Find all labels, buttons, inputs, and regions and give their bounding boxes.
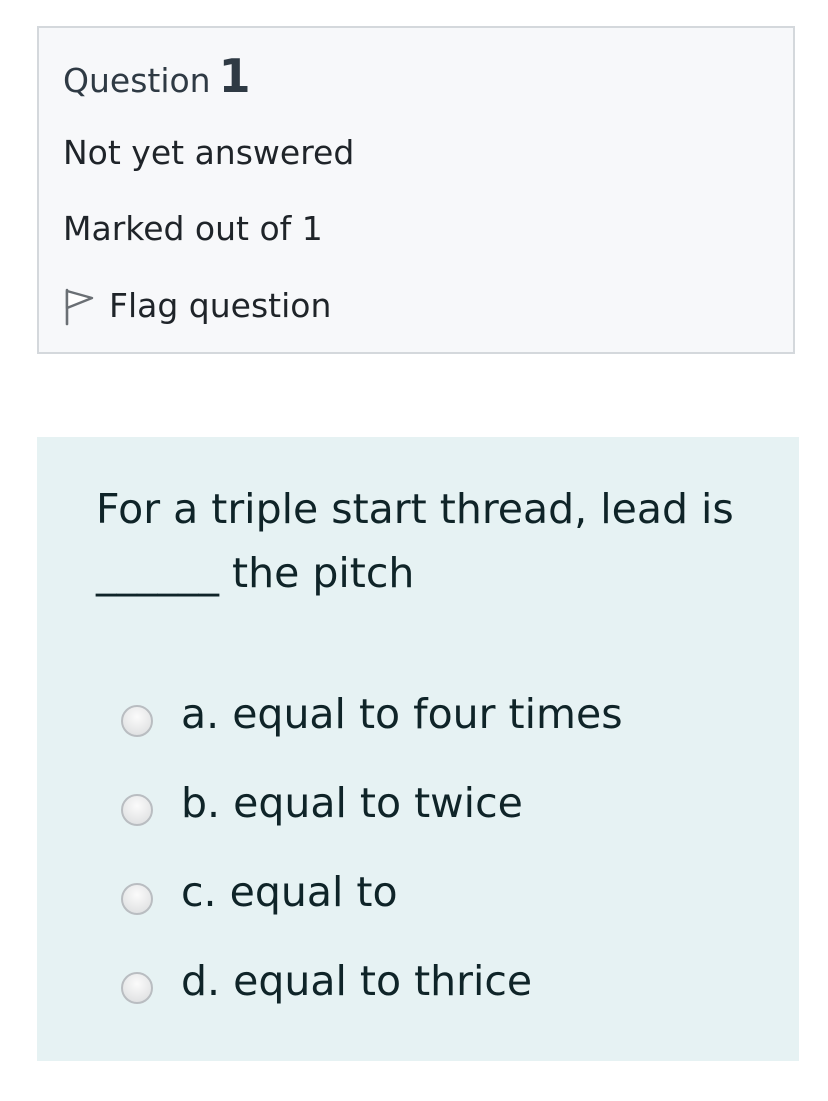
answer-option-b[interactable]: b. equal to twice	[121, 758, 623, 847]
question-info-panel: Question 1 Not yet answered Marked out of…	[37, 26, 795, 354]
question-state: Not yet answered	[63, 133, 355, 172]
answer-label: d. equal to thrice	[181, 956, 533, 1005]
question-grade: Marked out of 1	[63, 209, 323, 248]
radio-button[interactable]	[121, 793, 153, 826]
answer-option-c[interactable]: c. equal to	[121, 847, 623, 936]
flag-question-label: Flag question	[109, 286, 332, 325]
radio-button[interactable]	[121, 704, 153, 737]
radio-button[interactable]	[121, 882, 153, 915]
answer-label: b. equal to twice	[181, 778, 523, 827]
question-heading: Question 1	[63, 53, 251, 103]
question-label: Question	[63, 61, 211, 100]
radio-button[interactable]	[121, 971, 153, 1004]
answer-label: a. equal to four times	[181, 689, 623, 738]
answer-option-d[interactable]: d. equal to thrice	[121, 936, 623, 1025]
question-content: For a triple start thread, lead is _____…	[37, 437, 799, 1061]
answer-options: a. equal to four times b. equal to twice…	[121, 669, 623, 1025]
question-number: 1	[218, 49, 251, 103]
flag-icon	[65, 288, 94, 326]
question-text: For a triple start thread, lead is _____…	[96, 485, 734, 597]
answer-label: c. equal to	[181, 867, 398, 916]
flag-question-toggle[interactable]: Flag question	[61, 284, 331, 328]
answer-option-a[interactable]: a. equal to four times	[121, 669, 623, 758]
